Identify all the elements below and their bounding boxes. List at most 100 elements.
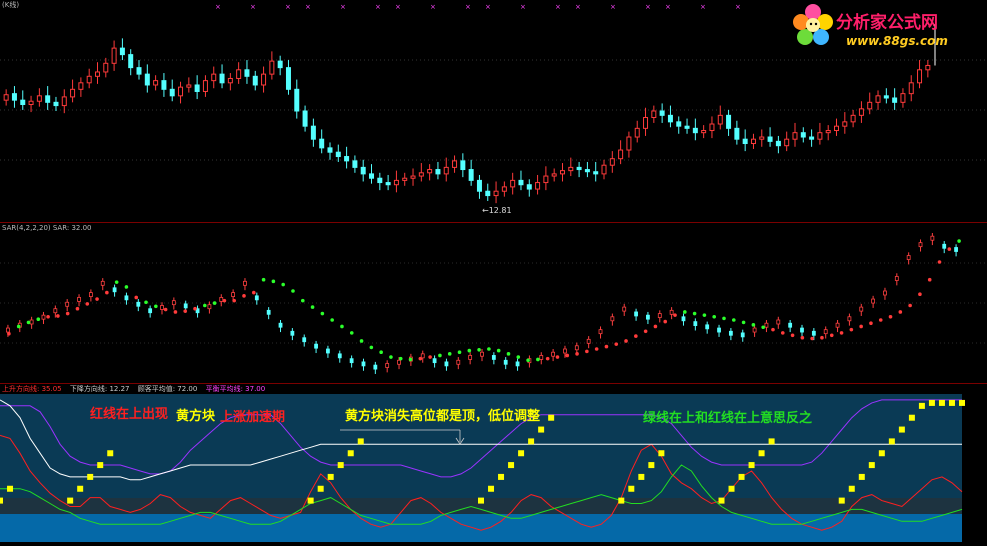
candle-body: [618, 149, 624, 160]
sar-dot: [643, 329, 648, 334]
sar-dot: [585, 349, 589, 354]
sar-dot: [26, 320, 31, 325]
sar-price-body: [705, 324, 710, 330]
sar-price-body: [77, 297, 81, 302]
site-logo[interactable]: 分析家公式网 www.88gs.com: [788, 2, 984, 54]
yellow-block: [658, 450, 665, 457]
yellow-block: [758, 450, 765, 457]
sar-dot: [849, 327, 854, 332]
signal-marker: ×: [215, 3, 221, 11]
sar-price-body: [503, 359, 508, 365]
indicator-pane[interactable]: 上升方向线: 35.05 下降方向线: 12.27 顾客平均值: 72.00 平…: [0, 383, 987, 546]
sar-price-body: [563, 348, 567, 354]
sar-price-body: [800, 327, 804, 333]
candle-body: [103, 62, 109, 73]
sar-dot: [859, 324, 863, 329]
sar-dot: [634, 334, 638, 338]
candle-body: [352, 160, 358, 168]
yellow-block: [528, 438, 535, 445]
candle-body: [236, 69, 242, 79]
candle-body: [460, 160, 466, 171]
signal-marker: ×: [340, 3, 346, 11]
sar-dot: [751, 323, 756, 327]
candle-body: [858, 108, 864, 116]
yellow-block: [548, 414, 555, 421]
signal-marker: ×: [430, 3, 436, 11]
annotation-red-line-top: 红线在上出现: [90, 407, 169, 422]
sar-dot: [349, 331, 354, 335]
sar-dot: [291, 289, 295, 293]
sar-price-body: [598, 329, 603, 335]
candle-body: [435, 169, 441, 175]
sar-dot: [555, 355, 560, 359]
sar-price-body: [148, 308, 153, 314]
sar-price-body: [634, 311, 638, 317]
sar-dot: [810, 336, 814, 341]
sar-dot: [261, 277, 266, 282]
candle-body: [128, 54, 134, 69]
sar-dot: [575, 352, 579, 356]
candle-body: [36, 95, 42, 102]
yellow-block: [959, 399, 965, 406]
yellow-block: [7, 485, 14, 492]
candle-body: [219, 73, 225, 84]
candle-body: [842, 121, 848, 127]
candle-body: [227, 77, 233, 84]
candle-body: [178, 86, 184, 97]
candle-body: [717, 114, 723, 125]
sar-price-body: [302, 337, 307, 343]
candle-body: [900, 93, 906, 103]
sar-dot: [790, 333, 795, 338]
candle-body: [518, 179, 524, 186]
sar-dot: [908, 303, 912, 308]
sar-price-body: [669, 309, 674, 315]
sar-dot: [918, 292, 922, 297]
sar-dot: [222, 298, 227, 303]
sar-dot: [281, 282, 285, 287]
candle-body: [344, 156, 350, 162]
sar-dot: [780, 331, 785, 335]
yellow-block: [848, 485, 855, 492]
sar-dot: [46, 314, 50, 319]
sar-dot: [467, 348, 472, 353]
sar-price-body: [728, 330, 733, 336]
candle-body: [767, 136, 773, 142]
yellow-block: [738, 473, 745, 480]
yellow-block: [878, 450, 885, 457]
sar-price-body: [290, 330, 295, 336]
candle-body: [875, 95, 881, 103]
sar-dot: [428, 355, 432, 359]
sar-dot: [447, 352, 452, 356]
sar-dot: [927, 277, 932, 282]
sar-price-body: [468, 355, 473, 360]
sar-dot: [663, 319, 668, 324]
sar-price-body: [693, 321, 698, 327]
sar-price-body: [207, 304, 212, 310]
candle-body: [510, 179, 516, 188]
signal-marker: ×: [575, 3, 581, 11]
yellow-block: [77, 485, 84, 492]
candle-body: [593, 171, 599, 175]
candle-body: [925, 64, 931, 71]
sar-dot: [114, 280, 119, 284]
indicator-pane-header: 上升方向线: 35.05 下降方向线: 12.27 顾客平均值: 72.00 平…: [2, 384, 271, 394]
sar-price-body: [385, 363, 390, 368]
candle-body: [360, 166, 366, 175]
signal-marker: ×: [555, 3, 561, 11]
yellow-block: [718, 497, 725, 504]
yellow-block: [908, 414, 915, 421]
candle-body: [153, 80, 159, 86]
sar-price-body: [811, 330, 816, 336]
sar-price-body: [491, 355, 496, 360]
sar-dot: [673, 313, 677, 317]
logo-name: 分析家公式网: [836, 13, 938, 33]
signal-marker: ×: [700, 3, 706, 11]
candle-body: [261, 73, 267, 86]
candle-body: [825, 130, 831, 134]
sar-pane[interactable]: SAR(4,2,2,20) SAR: 32.00: [0, 222, 987, 383]
sar-price-body: [681, 316, 686, 322]
sar-price-body: [646, 314, 650, 320]
signal-marker: ×: [520, 3, 526, 11]
yellow-block: [307, 497, 314, 504]
annotation-green-line-top: 绿线在上和红线在上意思反之: [643, 411, 813, 426]
